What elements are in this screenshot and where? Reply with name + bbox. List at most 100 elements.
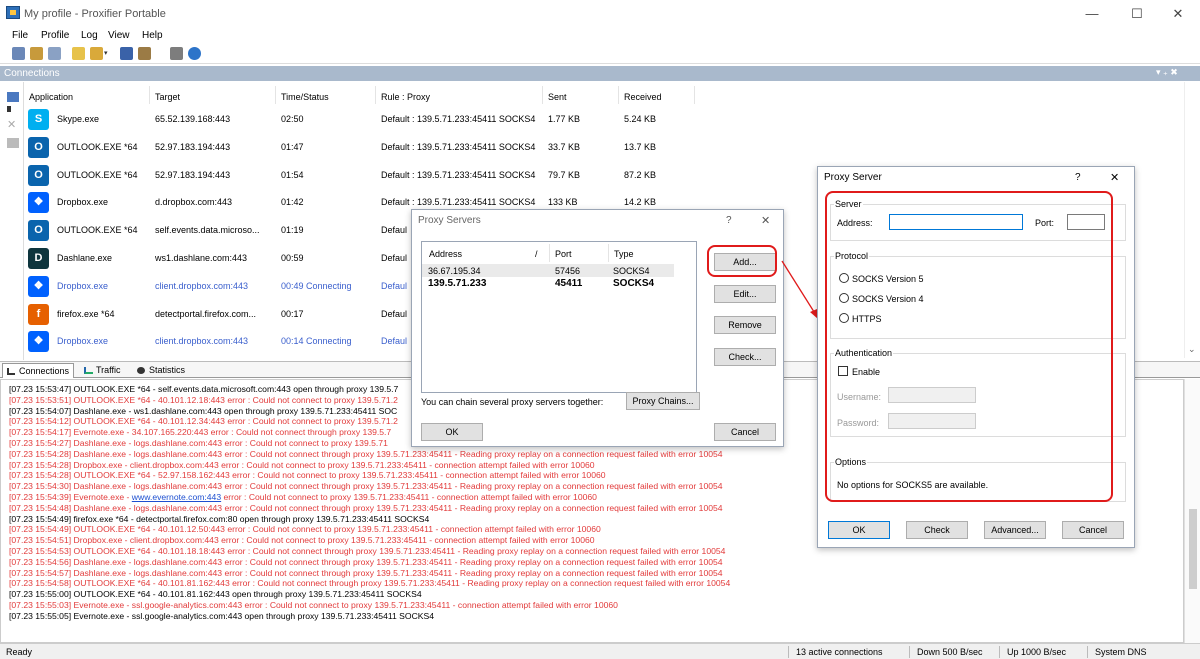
menu-profile[interactable]: Profile	[41, 30, 69, 41]
log-text: [07.23 15:54:07] Dashlane.exe - ws1.dash…	[9, 405, 398, 416]
connection-row[interactable]: O OUTLOOK.EXE *64 52.97.183.194:443 01:54 De…	[26, 161, 694, 189]
save-profile-icon[interactable]	[120, 47, 133, 60]
cell-rule: Defaul	[381, 280, 408, 291]
log-text: [07.23 15:54:58] OUTLOOK.EXE *64 - 40.10…	[9, 578, 731, 589]
cell-sent: 133 KB	[548, 197, 578, 208]
check-button[interactable]: Check	[906, 521, 968, 539]
column-target[interactable]: Target	[155, 92, 180, 102]
status-dns: System DNS	[1095, 647, 1147, 657]
toolbar: ▾	[0, 44, 1200, 64]
tab-traffic-label: Traffic	[96, 365, 121, 375]
menu-view[interactable]: View	[108, 30, 130, 41]
window-title: My profile - Proxifier Portable	[24, 8, 166, 20]
log-text: [07.23 15:54:49] firefox.exe *64 - detec…	[9, 513, 430, 524]
menu-help[interactable]: Help	[142, 30, 163, 41]
log-line: [07.23 15:54:28] Dropbox.exe - client.dr…	[9, 460, 595, 471]
column-application[interactable]: Application	[29, 92, 73, 102]
log-scrollbar[interactable]	[1184, 379, 1200, 643]
cell-rule: Defaul	[381, 253, 408, 263]
proxy-col-type[interactable]: Type	[614, 249, 634, 259]
ok-button[interactable]: OK	[421, 423, 483, 441]
tab-connections-label: Connections	[19, 366, 70, 376]
log-link[interactable]: www.evernote.com:443	[132, 492, 221, 502]
arrow-icon[interactable]	[7, 106, 11, 112]
log-text: [07.23 15:54:28] Dashlane.exe - logs.das…	[9, 448, 723, 459]
chain-hint-text: You can chain several proxy servers toge…	[421, 397, 604, 407]
log-line: [07.23 15:55:00] OUTLOOK.EXE *64 - 40.10…	[9, 589, 422, 600]
log-text: [07.23 15:54:30] Dashlane.exe - logs.das…	[9, 481, 723, 492]
cell-app: Dropbox.exe	[57, 197, 109, 208]
log-line: [07.23 15:54:39] Evernote.exe - www.ever…	[9, 492, 597, 503]
close-connection-icon[interactable]: ✕	[7, 120, 19, 131]
details-icon[interactable]	[7, 92, 19, 102]
new-profile-icon[interactable]	[72, 47, 85, 60]
dialog-close-icon[interactable]: ✕	[761, 214, 770, 227]
status-bar: Ready 13 active connections Down 500 B/s…	[0, 643, 1200, 659]
cell-recv: 13.7 KB	[624, 141, 657, 152]
log-text: [07.23 15:54:49] OUTLOOK.EXE *64 - 40.10…	[9, 524, 601, 535]
proxy-row-address[interactable]: 139.5.71.233	[428, 278, 486, 289]
help-icon[interactable]: ?	[726, 215, 732, 226]
ok-button[interactable]: OK	[828, 521, 890, 539]
outlook-icon: O	[28, 164, 49, 186]
connections-panel-header: Connections ▾ ₊ ✖	[0, 66, 1200, 81]
log-line: [07.23 15:54:30] Dashlane.exe - logs.das…	[9, 481, 723, 492]
tab-statistics-label: Statistics	[149, 365, 186, 375]
minimize-button[interactable]: —	[1072, 4, 1112, 24]
proxification-rules-icon[interactable]	[30, 47, 43, 60]
advanced-button[interactable]: Advanced...	[984, 521, 1046, 539]
tab-statistics[interactable]: Statistics	[133, 363, 189, 378]
log-line: [07.23 15:54:28] Dashlane.exe - logs.das…	[9, 449, 723, 460]
title-bar: My profile - Proxifier Portable — ☐ ✕	[0, 0, 1200, 28]
open-profile-icon[interactable]	[90, 47, 103, 60]
statistics-tab-icon	[137, 367, 145, 374]
dropbox-icon: ❖	[28, 192, 49, 214]
help-icon[interactable]: ?	[1075, 172, 1081, 183]
menu-log[interactable]: Log	[81, 30, 98, 41]
tab-connections[interactable]: Connections	[2, 363, 75, 378]
connections-scrollbar[interactable]: ⌄	[1184, 82, 1200, 358]
column-received[interactable]: Received	[624, 92, 662, 102]
log-text: [07.23 15:55:05] Evernote.exe - ssl.goog…	[9, 610, 435, 621]
export-icon[interactable]	[138, 47, 151, 60]
remove-proxy-button[interactable]: Remove	[714, 316, 776, 334]
close-button[interactable]: ✕	[1158, 4, 1198, 24]
connections-panel-title: Connections	[4, 68, 60, 79]
cancel-button[interactable]: Cancel	[1062, 521, 1124, 539]
column-sent[interactable]: Sent	[548, 92, 567, 102]
column-time-status[interactable]: Time/Status	[281, 92, 329, 102]
log-text: [07.23 15:53:51] OUTLOOK.EXE *64 - 40.10…	[9, 394, 398, 405]
proxy-servers-icon[interactable]	[12, 47, 25, 60]
cell-app: Dashlane.exe	[57, 253, 113, 263]
traffic-tab-icon	[84, 367, 93, 374]
maximize-button[interactable]: ☐	[1117, 4, 1157, 24]
proxy-list[interactable]: Address / Port Type 36.67.195.34 57456 S…	[421, 241, 697, 393]
dialog-close-icon[interactable]: ✕	[1110, 171, 1119, 184]
name-resolution-icon[interactable]	[48, 47, 61, 60]
connection-side-toolbar: ✕	[0, 82, 24, 360]
panel-controls[interactable]: ▾ ₊ ✖	[1156, 67, 1178, 78]
proxy-chains-button[interactable]: Proxy Chains...	[626, 392, 700, 410]
cell-time: 00:14 Connecting	[281, 336, 352, 347]
status-ready: Ready	[6, 647, 33, 657]
cell-recv: 87.2 KB	[624, 169, 657, 180]
cancel-button[interactable]: Cancel	[714, 423, 776, 441]
print-icon[interactable]	[170, 47, 183, 60]
log-text: [07.23 15:55:00] OUTLOOK.EXE *64 - 40.10…	[9, 589, 422, 600]
log-text: [07.23 15:54:28] Dropbox.exe - client.dr…	[9, 459, 595, 470]
tab-traffic[interactable]: Traffic	[80, 363, 125, 378]
connection-row[interactable]: O OUTLOOK.EXE *64 52.97.183.194:443 01:47 De…	[26, 133, 694, 161]
menu-file[interactable]: File	[12, 30, 28, 41]
column-rule-proxy[interactable]: Rule : Proxy	[381, 92, 430, 102]
copy-icon[interactable]	[7, 138, 19, 148]
help-icon[interactable]	[188, 47, 201, 60]
cell-time: 01:42	[281, 197, 304, 208]
chevron-down-icon[interactable]: ▾	[104, 47, 112, 60]
log-text: [07.23 15:54:28] OUTLOOK.EXE *64 - 52.97…	[9, 470, 606, 481]
edit-proxy-button[interactable]: Edit...	[714, 285, 776, 303]
proxy-col-port[interactable]: Port	[555, 249, 572, 259]
cell-time: 00:49 Connecting	[281, 280, 352, 291]
proxy-col-address[interactable]: Address	[429, 249, 462, 259]
connection-row[interactable]: S Skype.exe 65.52.139.168:443 02:50 Default …	[26, 105, 694, 133]
check-proxy-button[interactable]: Check...	[714, 348, 776, 366]
